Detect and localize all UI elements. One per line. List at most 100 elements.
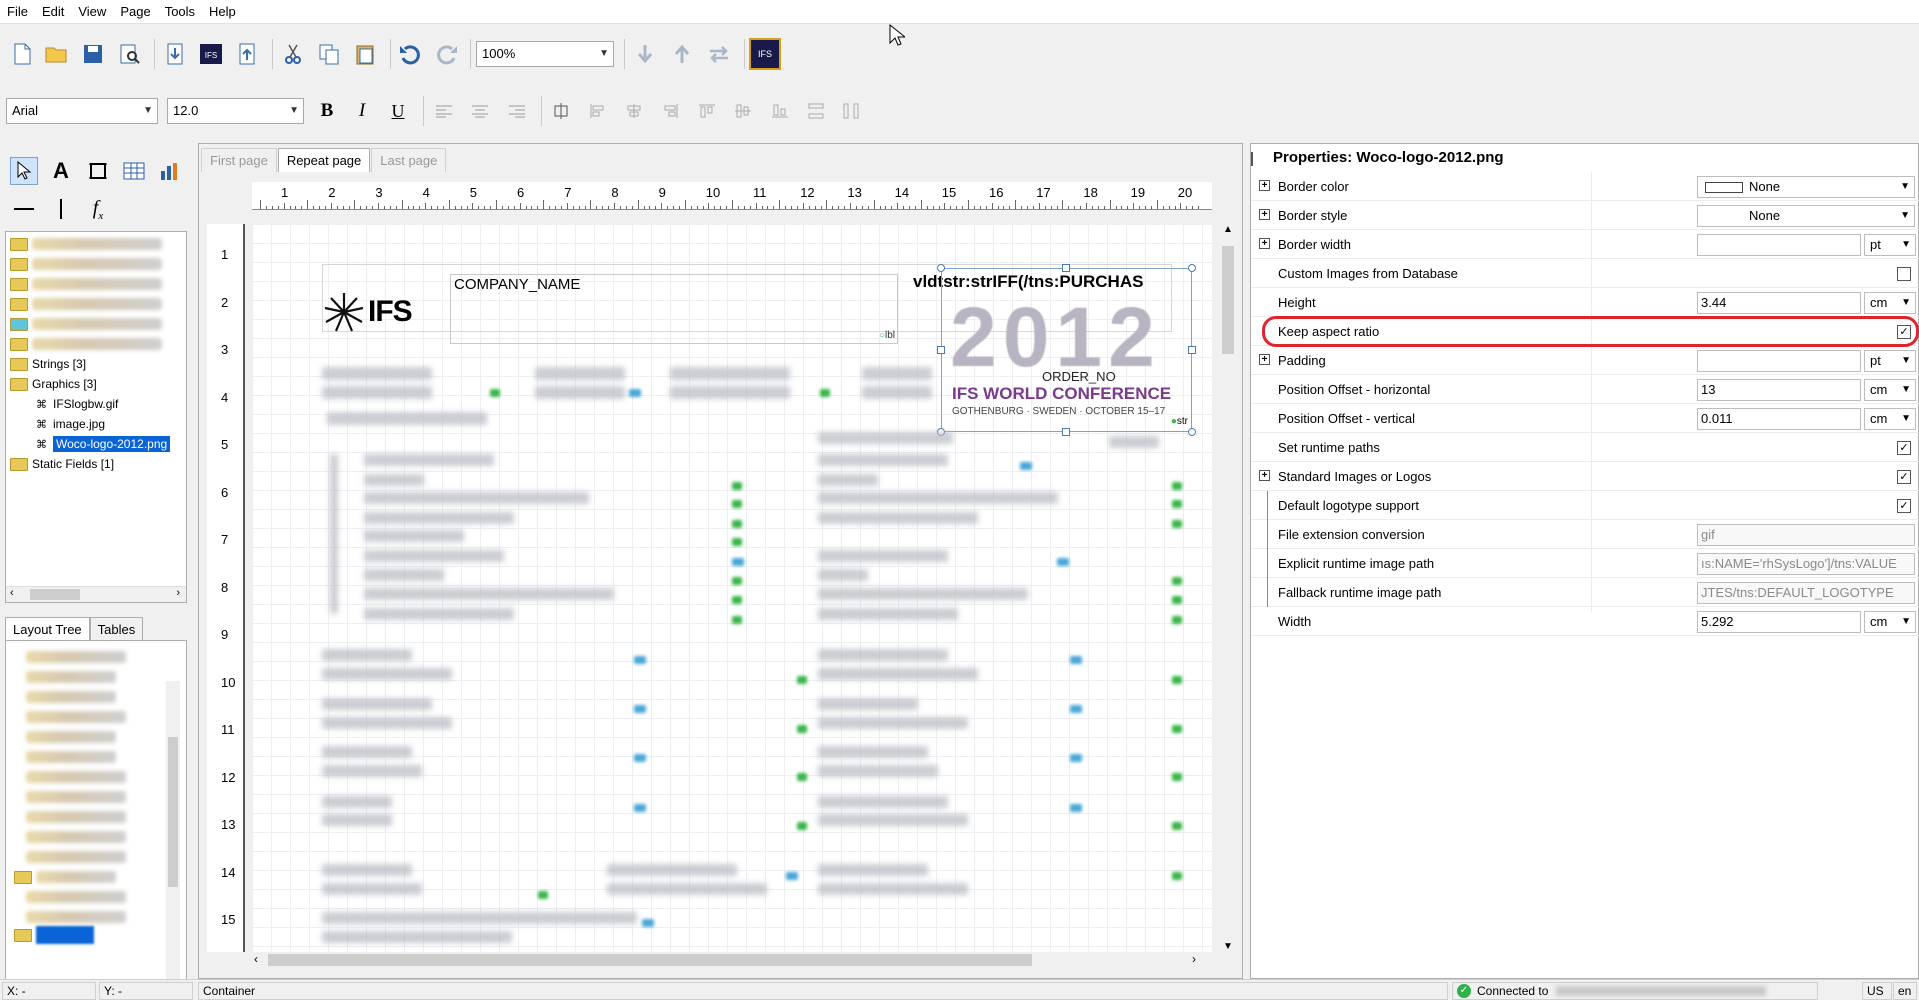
property-row-position-offset-horizontal[interactable]: Position Offset - horizontal 13 cm ▼ <box>1251 375 1919 404</box>
blurred-field[interactable] <box>862 367 932 380</box>
blurred-field[interactable] <box>322 796 392 808</box>
blurred-field[interactable] <box>818 569 868 581</box>
frame-tool-button[interactable] <box>84 157 112 185</box>
tab-last-page[interactable]: Last page <box>371 148 447 172</box>
list-item[interactable] <box>26 707 126 727</box>
blurred-field[interactable] <box>364 550 504 562</box>
list-item[interactable] <box>26 847 126 867</box>
blurred-field[interactable] <box>327 412 487 425</box>
resize-handle[interactable] <box>1188 428 1196 436</box>
blurred-field[interactable] <box>818 474 878 486</box>
ifs-preview-button[interactable]: IFS <box>197 40 225 68</box>
resize-handle[interactable] <box>937 346 945 354</box>
swap-button[interactable] <box>705 40 733 68</box>
list-item[interactable] <box>26 767 126 787</box>
open-button[interactable] <box>43 40 71 68</box>
property-checkbox[interactable] <box>1897 267 1911 281</box>
property-row-standard-images-or-logos[interactable]: + Standard Images or Logos ✓ <box>1251 462 1919 491</box>
tree-item-image-jpg[interactable]: ⌘ image.jpg <box>36 414 105 434</box>
resize-handle[interactable] <box>1062 428 1070 436</box>
align-objects-top-button[interactable] <box>693 97 721 125</box>
scroll-thumb[interactable] <box>30 589 80 600</box>
vertical-line-tool-button[interactable] <box>47 195 75 223</box>
print-preview-button[interactable] <box>116 40 144 68</box>
blurred-field[interactable] <box>818 550 948 562</box>
property-value-input[interactable]: gif <box>1697 524 1915 546</box>
align-objects-middle-button[interactable] <box>729 97 757 125</box>
blurred-field[interactable] <box>322 668 452 680</box>
align-left-button[interactable] <box>430 97 458 125</box>
text-tool-button[interactable]: A <box>47 157 75 185</box>
underline-button[interactable]: U <box>384 97 412 125</box>
tree-row-blurred[interactable] <box>10 234 162 254</box>
blurred-field[interactable] <box>364 530 464 542</box>
blurred-field[interactable] <box>818 432 953 444</box>
property-unit-select[interactable]: cm ▼ <box>1864 379 1916 401</box>
canvas-vertical-scrollbar[interactable]: ▲ ▼ <box>1220 224 1236 952</box>
zoom-select[interactable]: 100% ▼ <box>476 41 614 67</box>
tree-row-blurred[interactable] <box>10 314 162 334</box>
tree-row-blurred[interactable] <box>10 334 162 354</box>
blurred-field[interactable] <box>322 931 512 943</box>
property-unit-select[interactable]: pt ▼ <box>1864 234 1916 256</box>
tree-node-static-fields[interactable]: Static Fields [1] <box>10 454 114 474</box>
blurred-field[interactable] <box>818 864 928 876</box>
property-row-width[interactable]: Width 5.292 cm ▼ <box>1251 607 1919 636</box>
property-row-border-style[interactable]: + Border style None ▼ <box>1251 201 1919 230</box>
list-item[interactable] <box>26 747 116 767</box>
property-row-file-extension-conversion[interactable]: File extension conversion gif <box>1251 520 1919 549</box>
canvas-horizontal-scrollbar[interactable]: ‹ › <box>252 952 1212 968</box>
blurred-field[interactable] <box>818 698 918 710</box>
save-button[interactable] <box>79 40 107 68</box>
tree-item-ifslogbw[interactable]: ⌘ IFSlogbw.gif <box>36 394 118 414</box>
property-unit-select[interactable]: cm ▼ <box>1864 611 1916 633</box>
blurred-field[interactable] <box>322 883 422 895</box>
tab-tables[interactable]: Tables <box>89 617 144 641</box>
property-unit-select[interactable]: cm ▼ <box>1864 408 1916 430</box>
blurred-field[interactable] <box>364 512 514 524</box>
menu-tools[interactable]: Tools <box>158 0 202 24</box>
property-row-set-runtime-paths[interactable]: Set runtime paths ✓ <box>1251 433 1919 462</box>
blurred-field[interactable] <box>818 717 968 729</box>
tree-horizontal-scrollbar[interactable]: ‹ › <box>6 586 186 602</box>
tree-row-blurred[interactable] <box>10 254 162 274</box>
blurred-field[interactable] <box>364 608 514 620</box>
ifs-logo-image[interactable]: IFS <box>322 290 413 334</box>
list-item[interactable] <box>26 807 126 827</box>
blurred-field[interactable] <box>818 668 978 680</box>
blurred-field[interactable] <box>818 765 938 777</box>
move-down-button[interactable] <box>631 40 659 68</box>
tree-item-woco-logo[interactable]: ⌘ Woco-logo-2012.png <box>36 434 171 454</box>
blurred-field[interactable] <box>322 814 392 826</box>
list-item[interactable] <box>26 827 126 847</box>
italic-button[interactable]: I <box>348 97 376 125</box>
align-objects-center-button[interactable] <box>620 97 648 125</box>
bold-button[interactable]: B <box>313 97 341 125</box>
property-checkbox[interactable]: ✓ <box>1897 441 1911 455</box>
horizontal-line-tool-button[interactable] <box>10 195 38 223</box>
blurred-field[interactable] <box>1109 436 1159 448</box>
expand-plus-icon[interactable]: + <box>1259 470 1270 481</box>
tree-node-strings[interactable]: Strings [3] <box>10 354 86 374</box>
expand-plus-icon[interactable]: + <box>1259 238 1270 249</box>
list-item[interactable] <box>26 727 116 747</box>
export-button[interactable] <box>233 40 261 68</box>
align-objects-left-button[interactable] <box>584 97 612 125</box>
align-center-button[interactable] <box>466 97 494 125</box>
blurred-field[interactable] <box>364 454 494 466</box>
property-unit-select[interactable]: pt ▼ <box>1864 350 1916 372</box>
table-tool-button[interactable] <box>120 157 148 185</box>
tree-row-blurred[interactable] <box>10 274 162 294</box>
property-row-fallback-runtime-image-path[interactable]: Fallback runtime image path JTES/tns:DEFA… <box>1251 578 1919 607</box>
scroll-thumb[interactable] <box>168 737 178 887</box>
blurred-field[interactable] <box>670 386 790 399</box>
center-horizontal-button[interactable] <box>547 97 575 125</box>
tree-row-blurred[interactable] <box>10 294 162 314</box>
property-row-default-logotype-support[interactable]: Default logotype support ✓ <box>1251 491 1919 520</box>
list-item[interactable] <box>26 907 126 927</box>
blurred-field[interactable] <box>818 588 1028 600</box>
list-item-selected[interactable] <box>14 925 94 945</box>
list-item[interactable] <box>26 887 126 907</box>
blurred-field[interactable] <box>322 746 412 758</box>
blurred-field[interactable] <box>535 386 625 399</box>
